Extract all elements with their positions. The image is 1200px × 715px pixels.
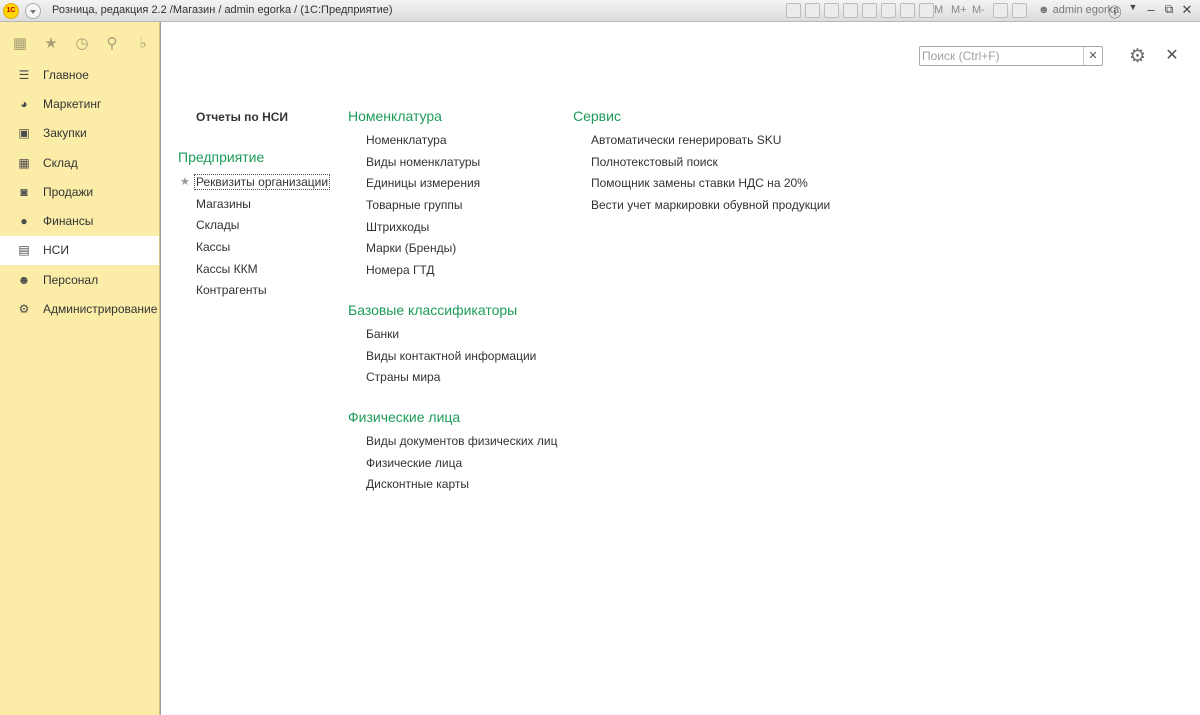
preview-icon[interactable] (824, 3, 839, 18)
main-menu-dropdown-icon[interactable] (25, 3, 41, 19)
sidebar-item-administration[interactable]: ⚙ Администрирование (0, 295, 159, 324)
sidebar-item-label: НСИ (43, 243, 69, 257)
link-units[interactable]: Единицы измерения (348, 173, 568, 195)
minimize-icon[interactable]: – (1142, 2, 1160, 17)
sidebar-top-icons: ▦ ★ ◷ ⚲ ♭ (0, 34, 160, 56)
window-close-icon[interactable]: ✕ (1178, 2, 1196, 18)
sidebar-item-label: Закупки (43, 126, 87, 140)
group-title-enterprise: Предприятие (178, 149, 265, 165)
sidebar-item-personnel[interactable]: ☻ Персонал (0, 266, 159, 295)
link-generate-sku[interactable]: Автоматически генерировать SKU (573, 130, 873, 152)
title-bar: 1С Розница, редакция 2.2 /Магазин / admi… (0, 0, 1200, 22)
basket-icon: ◙ (20, 185, 28, 199)
search-box: ✕ (919, 46, 1103, 66)
sidebar-item-finance[interactable]: ● Финансы (0, 207, 159, 236)
calculator-icon[interactable] (900, 3, 915, 18)
app-logo-icon[interactable]: 1С (3, 3, 19, 19)
link-fulltext-search[interactable]: Полнотекстовый поиск (573, 152, 873, 174)
table-icon[interactable] (881, 3, 896, 18)
search-input[interactable] (922, 48, 1082, 64)
person-icon: ☻ (17, 273, 31, 287)
sections-sidebar: ▦ ★ ◷ ⚲ ♭ ☰ Главное ◕ Маркетинг ▣ Закупк… (0, 22, 160, 715)
pie-chart-icon: ◕ (20, 97, 28, 111)
apps-grid-icon[interactable]: ▦ (10, 34, 30, 54)
copy-icon[interactable] (862, 3, 877, 18)
print-icon[interactable] (805, 3, 820, 18)
upload-icon[interactable] (843, 3, 858, 18)
panels-icon[interactable] (1012, 3, 1027, 18)
link-vat-assistant[interactable]: Помощник замены ставки НДС на 20% (573, 173, 873, 195)
link-brands[interactable]: Марки (Бренды) (348, 238, 568, 260)
link-nomenclature[interactable]: Номенклатура (348, 130, 568, 152)
group-title-service: Сервис (573, 108, 621, 124)
section-content: ✕ ⚙ ✕ Отчеты по НСИ Предприятие ★Реквизи… (160, 22, 1200, 715)
link-contact-info-types[interactable]: Виды контактной информации (348, 346, 568, 368)
column-service: Сервис Автоматически генерировать SKU По… (573, 106, 873, 217)
cart-icon: ▣ (18, 126, 30, 140)
sidebar-item-main[interactable]: ☰ Главное (0, 61, 159, 90)
warehouse-icon: ▦ (18, 156, 30, 170)
menu-lines-icon: ☰ (18, 68, 30, 82)
sidebar-item-label: Администрирование (43, 302, 158, 316)
link-shoe-marking[interactable]: Вести учет маркировки обувной продукции (573, 195, 873, 217)
save-icon[interactable] (786, 3, 801, 18)
calendar-icon[interactable] (919, 3, 934, 18)
history-icon[interactable]: ◷ (72, 34, 92, 54)
search-clear-icon[interactable]: ✕ (1083, 47, 1102, 65)
memory-minus-button[interactable]: M- (972, 4, 985, 16)
star-icon[interactable]: ★ (41, 34, 61, 54)
link-discount-cards[interactable]: Дисконтные карты (348, 474, 568, 496)
link-barcodes[interactable]: Штрихкоды (348, 217, 568, 239)
sidebar-item-label: Продажи (43, 185, 94, 199)
memory-plus-button[interactable]: M+ (951, 4, 967, 16)
close-section-icon[interactable]: ✕ (1164, 47, 1180, 65)
gear-icon: ⚙ (18, 302, 30, 316)
zoom-icon[interactable] (993, 3, 1008, 18)
link-countries[interactable]: Страны мира (348, 367, 568, 389)
reports-link[interactable]: Отчеты по НСИ (178, 107, 343, 127)
toolbar-icons (786, 3, 934, 18)
column-enterprise: Отчеты по НСИ Предприятие ★ Реквизиты орг… (178, 107, 343, 302)
link-nomenclature-types[interactable]: Виды номенклатуры (348, 152, 568, 174)
sidebar-item-nsi[interactable]: ▤ НСИ (0, 236, 159, 265)
sidebar-item-purchases[interactable]: ▣ Закупки (0, 119, 159, 148)
link-cash-desks[interactable]: Кассы (178, 237, 343, 259)
bell-icon[interactable]: ♭ (133, 34, 153, 54)
link-counterparties[interactable]: Контрагенты (178, 280, 343, 302)
sidebar-item-label: Главное (43, 68, 89, 82)
settings-gear-icon[interactable]: ⚙ (1129, 46, 1151, 68)
group-title-classifiers: Базовые классификаторы (348, 301, 518, 318)
sidebar-item-label: Финансы (43, 214, 94, 228)
link-kkm[interactable]: Кассы ККМ (178, 259, 343, 281)
link-warehouses[interactable]: Склады (178, 215, 343, 237)
link-banks[interactable]: Банки (348, 324, 568, 346)
restore-icon[interactable]: ⧉ (1160, 2, 1178, 17)
link-product-groups[interactable]: Товарные группы (348, 195, 568, 217)
link-individuals[interactable]: Физические лица (348, 453, 568, 475)
group-title-nomenclature: Номенклатура (348, 108, 442, 124)
memory-button[interactable]: M (934, 4, 943, 16)
titlebar-menu-icon[interactable]: ▼ (1124, 2, 1142, 12)
coin-icon: ● (20, 214, 28, 228)
search-icon[interactable]: ⚲ (102, 34, 122, 54)
link-label: Реквизиты организации (194, 174, 331, 190)
info-icon[interactable]: ⓘ (1106, 2, 1124, 21)
group-title-individuals: Физические лица (348, 408, 461, 425)
column-catalogs: Номенклатура Номенклатура Виды номенклат… (348, 106, 568, 496)
star-icon[interactable]: ★ (180, 172, 190, 194)
link-gtd-numbers[interactable]: Номера ГТД (348, 260, 568, 282)
link-stores[interactable]: Магазины (178, 194, 343, 216)
sidebar-item-label: Персонал (43, 273, 99, 287)
sidebar-item-label: Маркетинг (43, 97, 102, 111)
books-icon: ▤ (18, 243, 30, 257)
sidebar-item-marketing[interactable]: ◕ Маркетинг (0, 90, 159, 119)
sidebar-item-sales[interactable]: ◙ Продажи (0, 178, 159, 207)
window-title: Розница, редакция 2.2 /Магазин / admin e… (52, 4, 393, 16)
sidebar-item-warehouse[interactable]: ▦ Склад (0, 149, 159, 178)
sidebar-item-label: Склад (43, 156, 78, 170)
link-org-requisites[interactable]: ★ Реквизиты организации (178, 172, 343, 194)
link-id-document-types[interactable]: Виды документов физических лиц (348, 431, 568, 453)
